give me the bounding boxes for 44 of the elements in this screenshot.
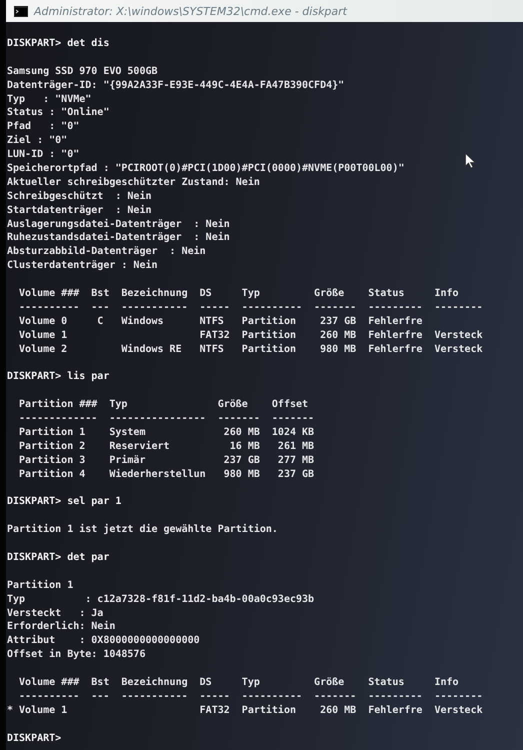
output-line: ---------- --- ----------- ----- ---------- ------- --------- -------- (18, 300, 483, 315)
command-line: DISKPART> det dis (7, 37, 110, 51)
output-line: Partition 1 System 260 MB 1024 KB (18, 426, 314, 440)
output-line: Aktueller schreibgeschützter Zustand: Nein (7, 176, 260, 190)
output-line: Ruhezustandsdatei-Datenträger : Nein (7, 231, 230, 246)
output-line: Partition 3 Primär 237 GB 277 MB (18, 454, 314, 468)
output-line: Status : "Online" (7, 106, 110, 120)
output-line: Schreibgeschützt : Nein (7, 190, 152, 204)
output-line: Offset in Byte: 1048576 (7, 648, 146, 662)
command-line: DISKPART> det par (7, 550, 110, 565)
output-line: Volume ### Bst Bezeichnung DS Typ Größe Status Info (18, 676, 459, 690)
command-line: DISKPART> sel par 1 (7, 495, 122, 510)
output-line: Samsung SSD 970 EVO 500GB (7, 64, 158, 79)
output-line: Volume ### Bst Bezeichnung DS Typ Größe Status Info (18, 287, 459, 301)
output-line: LUN-ID : "0" (7, 148, 80, 162)
output-line: Clusterdatenträger : Nein (7, 259, 158, 274)
output-line: Partition ### Typ Größe Offset (18, 398, 308, 412)
output-line: Volume 0 C Windows NTFS Partition 237 GB Fehlerfre (18, 314, 422, 329)
output-line: Partition 4 Wiederherstellun 980 MB 237 GB (18, 468, 314, 482)
console-icon (14, 6, 28, 16)
output-line: Typ : c12a7328-f81f-11d2-ba4b-00a0c93ec93b (7, 592, 314, 607)
output-line: Volume 2 Windows RE NTFS Partition 980 MB Fehlerfre Versteck (18, 342, 483, 356)
output-line: Datenträger-ID: "{99A2A33F-E93E-449C-4E4A-FA47B390CFD4}" (7, 78, 344, 93)
output-line: ---------- --- ----------- ----- ---------- ------- --------- -------- (18, 690, 483, 704)
output-line: Erforderlich: Nein (7, 620, 116, 634)
output-line: Partition 2 Reserviert 16 MB 261 MB (18, 440, 314, 454)
output-line: Partition 1 (7, 578, 74, 593)
command-line: DISKPART> lis par (7, 370, 110, 384)
mouse-pointer-icon (465, 153, 476, 169)
output-line: Speicherortpfad : "PCIROOT(0)#PCI(1D00)#PCI(0000)#NVME(P00T00L00)" (7, 162, 404, 176)
output-line: Absturzabbild-Datenträger : Nein (7, 245, 206, 260)
output-line: ------------- ---------------- ------- ------- (18, 412, 314, 426)
output-line: Versteckt : Ja (7, 606, 104, 620)
output-line: Typ : "NVMe" (7, 92, 92, 106)
output-line: Startdatenträger : Nein (7, 204, 152, 218)
output-line: Pfad : "0" (7, 120, 80, 134)
output-line: Volume 1 FAT32 Partition 260 MB Fehlerfre Versteck (18, 328, 483, 343)
output-line: Auslagerungsdatei-Datenträger : Nein (7, 218, 230, 232)
output-line: Attribut : 0X8000000000000000 (7, 634, 200, 648)
command-line: DISKPART> (7, 732, 62, 746)
output-line: Partition 1 ist jetzt die gewählte Partition. (7, 523, 278, 538)
window-title: Administrator: X:\windows\SYSTEM32\cmd.exe - diskpart (34, 4, 347, 18)
output-line: Ziel : "0" (7, 134, 68, 148)
output-line: * Volume 1 FAT32 Partition 260 MB Fehlerfre Versteck (7, 704, 483, 718)
